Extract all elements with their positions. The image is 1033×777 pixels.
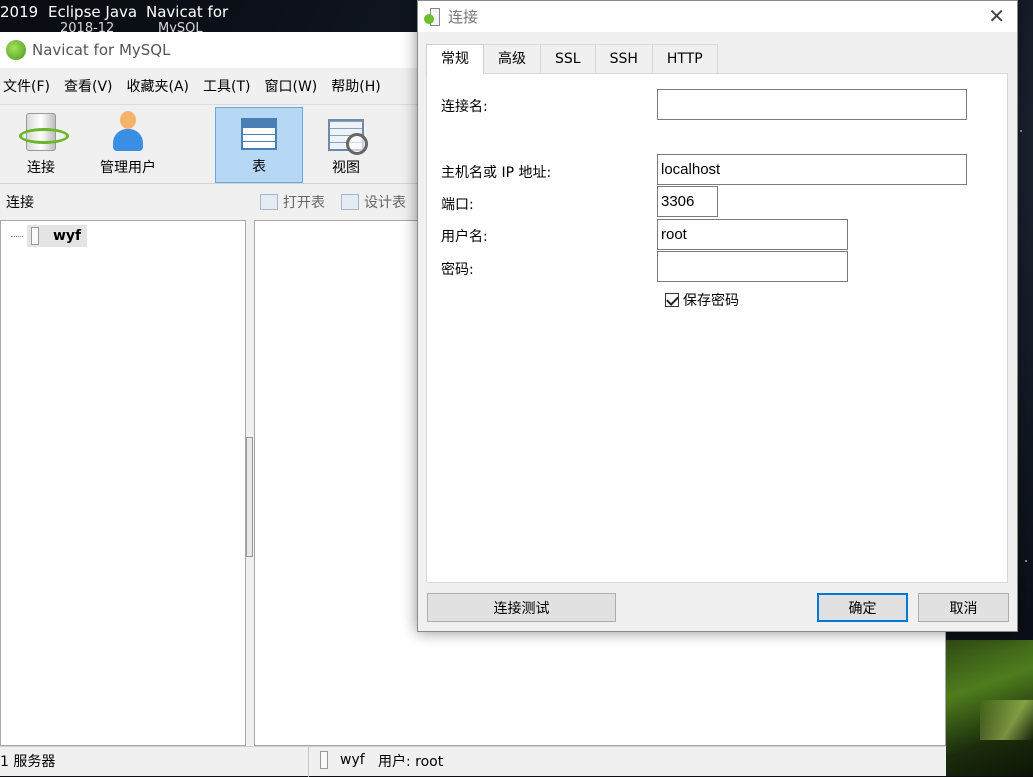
taskbar-item[interactable]: 2019 (0, 3, 38, 21)
user-icon (112, 111, 144, 151)
tree-item-selection: wyf (27, 225, 88, 247)
database-icon (31, 227, 39, 245)
tab-http[interactable]: HTTP (651, 44, 718, 73)
taskbar-item-eclipse[interactable]: Eclipse Java 2018-12 (48, 3, 138, 36)
save-password-label: 保存密码 (683, 293, 739, 309)
menu-favorites[interactable]: 收藏夹(A) (127, 76, 190, 96)
manage-users-button[interactable]: 管理用户 (84, 107, 172, 183)
connect-button[interactable]: 连接 (0, 107, 85, 183)
navicat-logo-icon (6, 40, 26, 60)
taskbar-item-label: 2019 (0, 3, 39, 21)
host-field[interactable]: localhost (657, 154, 967, 185)
save-password-checkbox[interactable]: 保存密码 (665, 290, 739, 310)
tab-ssh[interactable]: SSH (594, 44, 653, 73)
status-connection: wyf (320, 751, 365, 769)
dialog-titlebar: 连接 ✕ (418, 1, 1017, 32)
password-label: 密码: (441, 262, 474, 278)
database-icon (320, 751, 328, 769)
menu-view[interactable]: 查看(V) (64, 76, 113, 96)
username-field[interactable]: root (657, 219, 848, 250)
connection-name: wyf (53, 228, 82, 244)
menu-tools[interactable]: 工具(T) (203, 76, 250, 96)
table-button-label: 表 (252, 159, 266, 175)
view-icon (328, 119, 368, 155)
connect-button-label: 连接 (27, 160, 55, 176)
cancel-button[interactable]: 取消 (918, 593, 1009, 622)
ok-button[interactable]: 确定 (817, 593, 908, 622)
landscape-light (980, 700, 1033, 740)
tree-connector (11, 235, 23, 237)
connection-dialog: 连接 ✕ 常规 高级 SSL SSH HTTP 连接名: 主机名或 IP 地址:… (417, 0, 1018, 632)
open-table-icon (260, 194, 278, 210)
status-connection-name: wyf (340, 752, 365, 768)
connection-icon (424, 7, 442, 26)
table-button[interactable]: 表 (215, 107, 303, 183)
design-table-button[interactable]: 设计表 (341, 192, 406, 212)
view-button[interactable]: 视图 (302, 107, 390, 183)
open-table-button[interactable]: 打开表 (260, 192, 325, 212)
connection-tree: wyf (0, 220, 246, 746)
status-server-count: 1 服务器 (0, 754, 56, 770)
connection-icon (19, 113, 69, 151)
taskbar-item-label: Navicat for (146, 3, 229, 21)
tab-ssl[interactable]: SSL (540, 44, 596, 73)
menu-file[interactable]: 文件(F) (3, 76, 50, 96)
open-table-label: 打开表 (283, 195, 325, 211)
taskbar-item-navicat[interactable]: Navicat for MySQL (146, 3, 229, 36)
menu-window[interactable]: 窗口(W) (265, 76, 318, 96)
manage-users-label: 管理用户 (100, 160, 156, 176)
status-bar: 1 服务器 wyf 用户: root (0, 746, 946, 777)
password-field[interactable] (657, 251, 848, 282)
dialog-tabs: 常规 高级 SSL SSH HTTP (426, 44, 718, 74)
star (1025, 560, 1027, 562)
host-label: 主机名或 IP 地址: (441, 165, 552, 181)
port-label: 端口: (441, 197, 474, 213)
status-divider (308, 747, 309, 777)
username-label: 用户名: (441, 229, 488, 245)
design-table-icon (341, 194, 359, 210)
menu-help[interactable]: 帮助(H) (331, 76, 380, 96)
connection-name-label: 连接名: (441, 99, 488, 115)
splitter-grip[interactable] (246, 437, 253, 557)
status-user: 用户: root (378, 754, 444, 770)
view-button-label: 视图 (332, 160, 360, 176)
window-title: Navicat for MySQL (32, 41, 171, 59)
tab-advanced[interactable]: 高级 (483, 44, 541, 73)
star (1020, 130, 1022, 132)
connection-name-field[interactable] (657, 89, 967, 120)
taskbar-item-label: Eclipse Java (48, 3, 138, 21)
table-icon (241, 118, 277, 150)
test-connection-button[interactable]: 连接测试 (427, 593, 616, 622)
taskbar: 2019 Eclipse Java 2018-12 Navicat for My… (0, 0, 420, 36)
tree-item-connection[interactable]: wyf (11, 225, 88, 247)
dialog-title: 连接 (448, 8, 479, 26)
tab-general[interactable]: 常规 (426, 44, 484, 74)
general-tab-panel: 连接名: 主机名或 IP 地址: localhost 端口: 3306 用户名:… (426, 73, 1008, 583)
checkbox-checked-icon (665, 293, 679, 307)
port-field[interactable]: 3306 (657, 186, 718, 217)
close-icon[interactable]: ✕ (988, 5, 1005, 27)
design-table-label: 设计表 (364, 195, 406, 211)
connections-panel-label: 连接 (6, 195, 34, 211)
